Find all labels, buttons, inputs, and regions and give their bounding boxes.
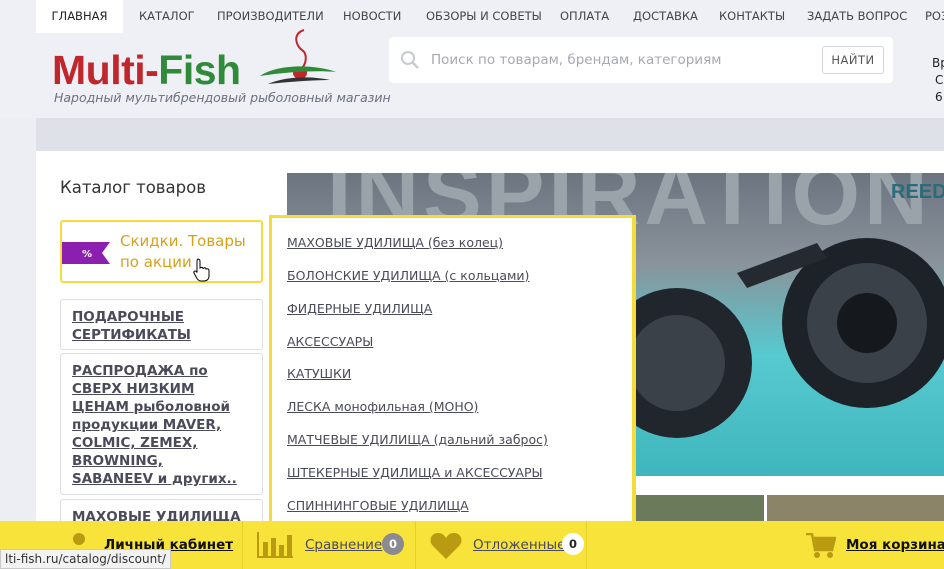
- nav-item-delivery[interactable]: ДОСТАВКА: [633, 0, 698, 33]
- dropdown-item[interactable]: МАТЧЕВЫЕ УДИЛИЩА (дальний заброс): [287, 432, 548, 447]
- dropdown-item[interactable]: ФИДЕРНЫЕ УДИЛИЩА: [287, 301, 432, 316]
- percent-badge-icon: %: [62, 242, 110, 264]
- side-note-line: 6: [935, 90, 943, 104]
- cart-icon: [806, 533, 836, 558]
- bar-chart-icon: [257, 532, 293, 558]
- divider: [586, 521, 587, 569]
- dropdown-item[interactable]: БОЛОНСКИЕ УДИЛИЩА (с кольцами): [287, 268, 529, 283]
- logo-fish: Fish: [158, 47, 241, 93]
- saved-label: Отложенные: [473, 537, 566, 553]
- banner-brand: REED: [891, 181, 944, 203]
- logo-multi: Multi-: [52, 47, 159, 93]
- search-input[interactable]: [431, 47, 811, 73]
- dropdown-item[interactable]: ШТЕКЕРНЫЕ УДИЛИЩА и АКСЕССУАРЫ: [287, 465, 543, 480]
- nav-item-contacts[interactable]: КОНТАКТЫ: [719, 0, 785, 33]
- site-tagline: Народный мультибрендовый рыболовный мага…: [54, 90, 391, 105]
- dropdown-item[interactable]: МАХОВЫЕ УДИЛИЩА (без колец): [287, 235, 503, 250]
- cart-link[interactable]: Моя корзина: [800, 521, 944, 569]
- promo-discounts-button[interactable]: % Скидки. Товары по акции: [60, 220, 263, 283]
- site-logo[interactable]: Multi-Fish: [52, 50, 241, 91]
- nav-item-catalog[interactable]: КАТАЛОГ: [139, 0, 195, 33]
- dropdown-item[interactable]: АКСЕССУАРЫ: [287, 334, 373, 349]
- dropdown-item[interactable]: СПИННИНГОВЫЕ УДИЛИЩА: [287, 498, 469, 513]
- category-gift-certificates[interactable]: ПОДАРОЧНЫЕ СЕРТИФИКАТЫ: [60, 299, 263, 350]
- cart-label: Моя корзина: [846, 537, 944, 553]
- category-label: ПОДАРОЧНЫЕ СЕРТИФИКАТЫ: [72, 309, 191, 343]
- nav-item-home[interactable]: ГЛАВНАЯ: [36, 0, 123, 33]
- nav-item-news[interactable]: НОВОСТИ: [343, 0, 401, 33]
- promo-label: Скидки. Товары по акции: [120, 232, 246, 271]
- category-sale[interactable]: РАСПРОДАЖА по СВЕРХ НИЗКИМ ЦЕНАМ рыболов…: [60, 353, 263, 495]
- side-note-line: Вр: [932, 56, 944, 70]
- nav-item-reviews[interactable]: ОБЗОРЫ И СОВЕТЫ: [426, 0, 542, 33]
- header-side-note: Вр С 6: [932, 55, 944, 106]
- saved-link[interactable]: Отложенные 0: [416, 521, 586, 569]
- heart-icon: [430, 533, 462, 559]
- nav-item-more[interactable]: РОЗ: [925, 0, 944, 33]
- nav-item-manufacturers[interactable]: ПРОИЗВОДИТЕЛИ: [217, 0, 324, 33]
- fishing-reel-image: [617, 238, 944, 438]
- compare-label: Сравнение: [305, 537, 383, 553]
- search-button[interactable]: НАЙТИ: [822, 46, 884, 74]
- search-icon: [401, 51, 419, 69]
- status-bar-url: lti-fish.ru/catalog/discount/: [0, 549, 171, 569]
- dropdown-item[interactable]: КАТУШКИ: [287, 366, 351, 381]
- catalog-title: Каталог товаров: [60, 178, 206, 197]
- fishing-float-icon: [260, 29, 336, 84]
- pointer-cursor-icon: [193, 258, 210, 282]
- catalog-dropdown-menu: МАХОВЫЕ УДИЛИЩА (без колец) БОЛОНСКИЕ УД…: [269, 215, 636, 527]
- category-label: РАСПРОДАЖА по СВЕРХ НИЗКИМ ЦЕНАМ рыболов…: [72, 363, 237, 487]
- dropdown-item[interactable]: ЛЕСКА монофильная (МОНО): [287, 399, 478, 414]
- nav-item-ask-question[interactable]: ЗАДАТЬ ВОПРОС: [807, 0, 907, 33]
- nav-item-payment[interactable]: ОПЛАТА: [560, 0, 609, 33]
- promo-badge-text: %: [82, 249, 92, 260]
- main-nav: [36, 118, 944, 151]
- compare-count-badge: 0: [382, 533, 404, 555]
- side-note-line: С: [935, 73, 944, 87]
- search-box: [389, 37, 893, 83]
- compare-link[interactable]: Сравнение 0: [243, 521, 415, 569]
- saved-count-badge: 0: [562, 533, 584, 555]
